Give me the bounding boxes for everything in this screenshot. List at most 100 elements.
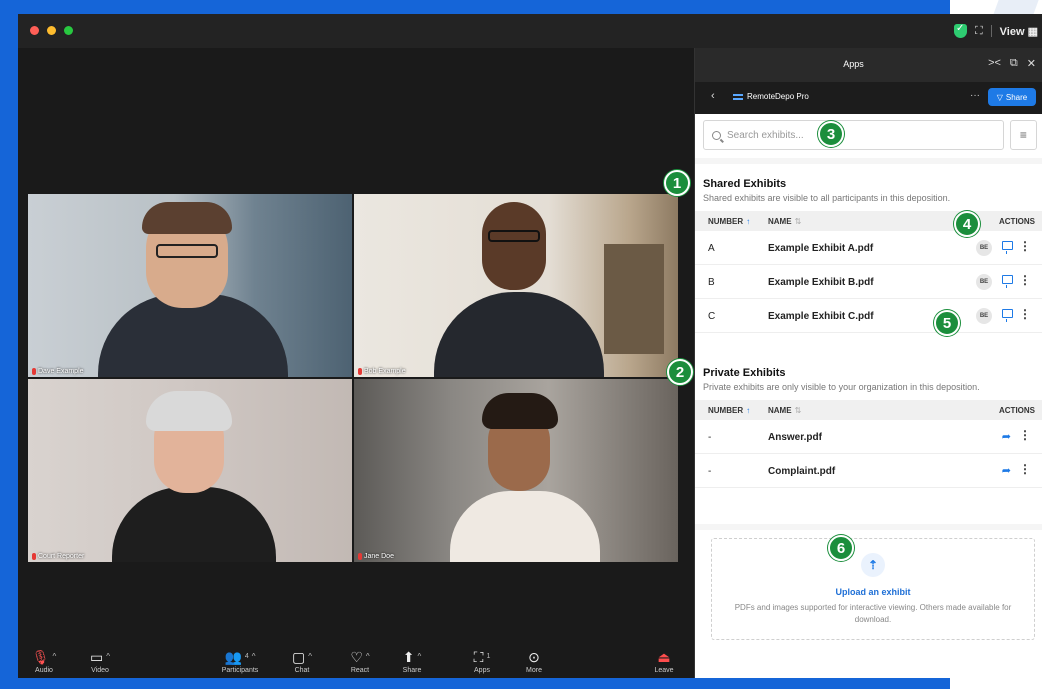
video-button[interactable]: ▭ ^ Video (70, 648, 130, 674)
more-button[interactable]: ⊙ More (504, 648, 564, 674)
security-shield-icon[interactable] (953, 23, 967, 38)
heart-icon: ♡ (350, 649, 363, 665)
search-input[interactable] (727, 129, 827, 141)
present-icon[interactable] (1002, 241, 1013, 254)
exhibit-name[interactable]: Example Exhibit C.pdf (768, 311, 874, 322)
apps-panel-header: Apps >< ⧉ ✕ (695, 48, 1042, 82)
private-exhibits-description: Private exhibits are only visible to you… (703, 382, 980, 392)
leave-button[interactable]: ⏏ Leave (634, 648, 694, 674)
chevron-up-icon[interactable]: ^ (417, 648, 421, 666)
back-chevron-icon[interactable]: ‹ (711, 90, 715, 102)
present-icon[interactable] (1002, 275, 1013, 288)
video-tile-2[interactable]: Bob Example (354, 194, 678, 377)
sort-by-name[interactable]: NAME ⇅ (768, 406, 801, 415)
sort-by-number[interactable]: NUMBER ↑ (708, 406, 750, 415)
audio-button[interactable]: 🎙 ^ Audio (18, 648, 74, 674)
chat-button[interactable]: ▢ ^ Chat (272, 648, 332, 674)
kebab-menu-icon[interactable]: ⋮ (1019, 273, 1031, 287)
callout-marker-5: 5 (934, 310, 960, 336)
participant-name: Dave Example (38, 368, 84, 375)
titlebar-divider (990, 25, 992, 37)
more-icon: ⊙ (528, 649, 540, 665)
chevron-up-icon[interactable]: ^ (106, 648, 110, 666)
exhibit-name[interactable]: Example Exhibit A.pdf (768, 243, 873, 254)
leave-label: Leave (654, 667, 674, 674)
user-badge: BE (976, 240, 992, 256)
app-logo-icon (733, 94, 743, 100)
meeting-toolbar: 🎙 ^ Audio ▭ ^ Video 👥 4 ^ Participants ▢ ^ Ch… (18, 648, 694, 678)
video-tile-4[interactable]: Jane Doe (354, 379, 678, 562)
apps-panel: Apps >< ⧉ ✕ ‹ RemoteDepo Pro ··· ▽ Share … (694, 48, 1042, 678)
kebab-menu-icon[interactable]: ⋮ (1019, 462, 1031, 476)
kebab-menu-icon[interactable]: ⋮ (1019, 239, 1031, 253)
video-tile-1[interactable]: Dave Example (28, 194, 352, 377)
fullscreen-icon[interactable]: ⛶ (975, 25, 983, 38)
kebab-menu-icon[interactable]: ⋮ (1019, 428, 1031, 442)
apps-label: Apps (474, 667, 490, 674)
column-name: NAME (768, 406, 792, 415)
upload-title[interactable]: Upload an exhibit (712, 587, 1034, 597)
upload-dropzone[interactable]: ⇡ Upload an exhibit PDFs and images supp… (711, 538, 1035, 640)
apps-button[interactable]: ⛶ 1 Apps (452, 648, 512, 674)
shared-exhibits-description: Shared exhibits are visible to all parti… (703, 193, 951, 203)
upload-icon[interactable]: ⇡ (861, 553, 885, 577)
column-number: NUMBER (708, 217, 744, 226)
user-badge: BE (976, 274, 992, 290)
search-icon (712, 130, 721, 140)
person-hair (482, 393, 558, 429)
chevron-up-icon[interactable]: ^ (366, 648, 370, 666)
share-app-button[interactable]: ▽ Share (988, 88, 1036, 106)
exhibit-name[interactable]: Complaint.pdf (768, 466, 835, 477)
participant-name: Bob Example (364, 368, 406, 375)
section-divider (695, 524, 1042, 530)
minimize-window-button[interactable] (47, 26, 56, 35)
popout-icon[interactable]: ⧉ (1010, 57, 1018, 70)
maximize-window-button[interactable] (64, 26, 73, 35)
shared-exhibits-section: Shared Exhibits Shared exhibits are visi… (695, 178, 1042, 333)
menu-button[interactable]: ≡ (1009, 120, 1037, 150)
apps-count: 1 (486, 653, 491, 660)
table-row[interactable]: A Example Exhibit A.pdf BE ⋮ (695, 231, 1042, 265)
chevron-up-icon[interactable]: ^ (252, 648, 256, 666)
column-actions: ACTIONS (999, 217, 1035, 226)
table-row[interactable]: C Example Exhibit C.pdf BE ⋮ (695, 299, 1042, 333)
close-window-button[interactable] (30, 26, 39, 35)
video-stage: Dave Example Bob Example Court Reporter … (18, 48, 694, 648)
exhibit-name[interactable]: Example Exhibit B.pdf (768, 277, 874, 288)
audio-label: Audio (35, 667, 53, 674)
glasses-icon (156, 244, 218, 258)
search-box[interactable] (703, 120, 1004, 150)
shared-table-header: NUMBER ↑ NAME ⇅ ACTIONS (695, 211, 1042, 231)
share-arrow-icon[interactable]: ➦ (1002, 464, 1011, 477)
sort-icon: ⇅ (794, 217, 802, 226)
mic-off-icon (32, 553, 36, 560)
exhibit-number: B (708, 277, 715, 288)
tile-name-label: Dave Example (32, 368, 84, 375)
react-button[interactable]: ♡ ^ React (330, 648, 390, 674)
react-label: React (350, 667, 370, 674)
close-icon[interactable]: ✕ (1027, 57, 1036, 70)
more-options-icon[interactable]: ··· (970, 90, 980, 101)
leave-icon: ⏏ (657, 649, 671, 665)
video-tile-3[interactable]: Court Reporter (28, 379, 352, 562)
person-hair (146, 391, 232, 431)
present-icon[interactable] (1002, 309, 1013, 322)
collapse-icon[interactable]: >< (988, 57, 1001, 70)
kebab-menu-icon[interactable]: ⋮ (1019, 307, 1031, 321)
table-row[interactable]: - Answer.pdf ➦ ⋮ (695, 420, 1042, 454)
exhibit-name[interactable]: Answer.pdf (768, 432, 822, 443)
meeting-window: ⛶ View ▦ Dave Example Bob Example (18, 14, 1042, 678)
view-button[interactable]: View ▦ (1000, 25, 1042, 38)
share-arrow-icon[interactable]: ➦ (1002, 430, 1011, 443)
sort-up-icon: ↑ (746, 406, 751, 415)
callout-marker-4: 4 (954, 211, 980, 237)
participants-button[interactable]: 👥 4 ^ Participants (210, 648, 270, 674)
table-row[interactable]: B Example Exhibit B.pdf BE ⋮ (695, 265, 1042, 299)
table-row[interactable]: - Complaint.pdf ➦ ⋮ (695, 454, 1042, 488)
sort-by-number[interactable]: NUMBER ↑ (708, 217, 750, 226)
sort-by-name[interactable]: NAME ⇅ (768, 217, 801, 226)
share-screen-button[interactable]: ⬆ ^ Share (382, 648, 442, 674)
video-label: Video (91, 667, 109, 674)
chevron-up-icon[interactable]: ^ (308, 648, 312, 666)
chevron-up-icon[interactable]: ^ (53, 648, 57, 666)
